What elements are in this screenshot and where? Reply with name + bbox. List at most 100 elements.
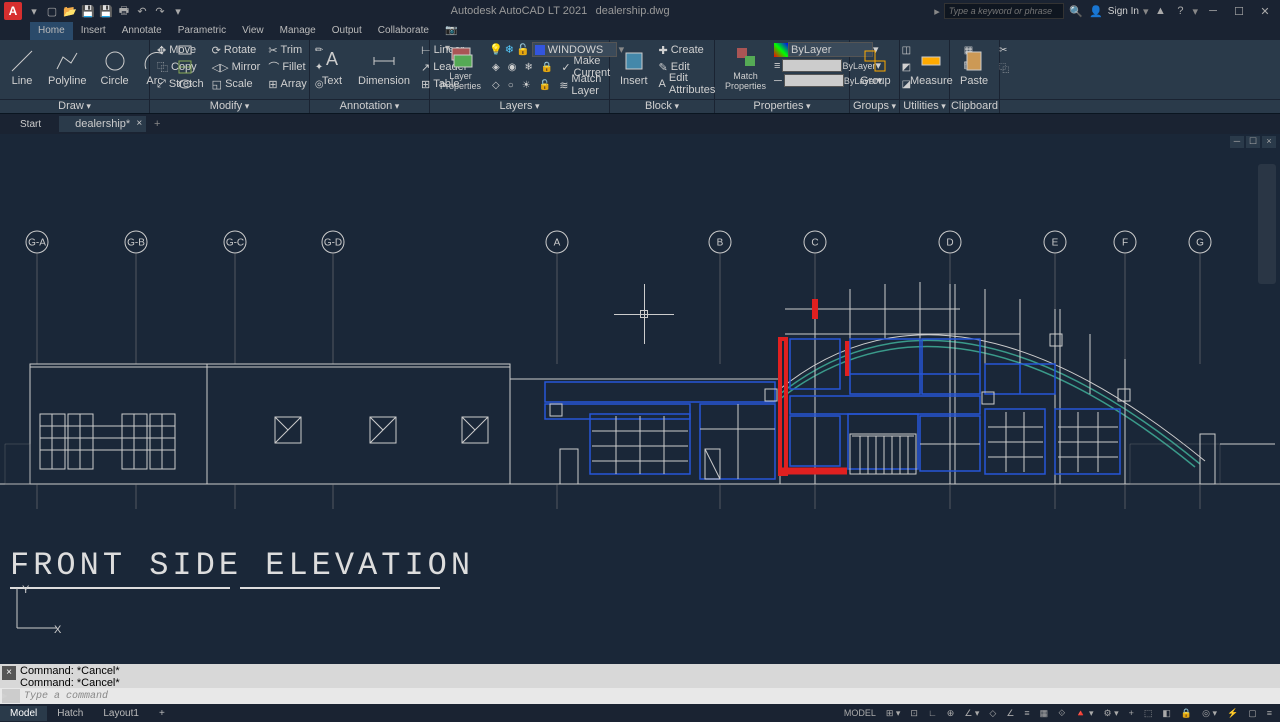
tab-annotate[interactable]: Annotate xyxy=(114,22,170,40)
help-icon[interactable]: ? xyxy=(1172,3,1188,19)
layer-state-icon[interactable]: 💡 xyxy=(489,43,503,56)
copy-button[interactable]: ⿻Copy xyxy=(154,59,207,75)
layer-lck-icon[interactable]: 🔒 xyxy=(538,59,556,75)
layout1-tab[interactable]: Layout1 xyxy=(93,706,149,721)
command-line[interactable]: ▸_ Type a command xyxy=(0,688,1280,704)
polyline-button[interactable]: Polyline xyxy=(42,42,93,94)
save-icon[interactable]: 💾 xyxy=(80,3,96,19)
osnap-toggle-icon[interactable]: ◇ xyxy=(985,705,1000,721)
layer-off-icon[interactable]: ◉ xyxy=(505,59,520,75)
app-exchange-icon[interactable]: ▲ xyxy=(1152,3,1168,19)
user-icon[interactable]: 👤 xyxy=(1088,3,1104,19)
navigation-bar[interactable] xyxy=(1258,164,1276,284)
drawing-tab[interactable]: dealership*× xyxy=(59,116,146,132)
model-space-toggle[interactable]: MODEL xyxy=(840,705,880,721)
units-icon[interactable]: ⬚ xyxy=(1140,705,1157,721)
polar-toggle-icon[interactable]: ⊕ xyxy=(943,705,959,721)
layer-iso-icon[interactable]: ◈ xyxy=(489,59,503,75)
layer-properties-button[interactable]: Layer Properties xyxy=(434,42,487,94)
tab-parametric[interactable]: Parametric xyxy=(170,22,234,40)
signin-link[interactable]: Sign In xyxy=(1108,6,1139,17)
linetype-dropdown[interactable] xyxy=(784,74,844,87)
plot-icon[interactable]: 🖶 xyxy=(116,3,132,19)
tab-express[interactable]: 📷▾ xyxy=(437,22,467,40)
mirror-button[interactable]: ◁▷Mirror xyxy=(209,59,264,75)
cut-icon[interactable]: ✂ xyxy=(996,42,1012,58)
quick-properties-icon[interactable]: ◧ xyxy=(1158,705,1175,721)
transparency-icon[interactable]: ▦ xyxy=(1036,705,1053,721)
paste-button[interactable]: Paste xyxy=(954,42,994,94)
line-button[interactable]: Line xyxy=(4,42,40,94)
layer-on-icon[interactable]: ○ xyxy=(505,77,517,93)
close-tab-icon[interactable]: × xyxy=(136,118,142,129)
snap-toggle-icon[interactable]: ⊡ xyxy=(906,705,922,721)
grid-toggle-icon[interactable]: ⊞ ▾ xyxy=(882,705,905,721)
command-input[interactable]: Type a command xyxy=(24,691,1278,702)
group-button[interactable]: Group xyxy=(854,42,897,94)
appmenu-arrow-icon[interactable]: ▾ xyxy=(26,3,42,19)
qat-more-icon[interactable]: ▾ xyxy=(170,3,186,19)
keyword-search-input[interactable] xyxy=(944,3,1064,19)
undo-icon[interactable]: ↶ xyxy=(134,3,150,19)
tab-home[interactable]: Home xyxy=(30,22,73,40)
layer-unl-icon[interactable]: 🔓 xyxy=(536,77,554,93)
tab-collaborate[interactable]: Collaborate xyxy=(370,22,437,40)
close-button[interactable]: ✕ xyxy=(1254,2,1276,20)
color-swatch-icon[interactable] xyxy=(774,43,788,57)
stretch-button[interactable]: ⤢Stretch xyxy=(154,76,207,92)
add-tab-button[interactable]: + xyxy=(148,116,166,132)
array-button[interactable]: ⊞Array xyxy=(265,76,310,92)
otrack-icon[interactable]: ∠ xyxy=(1002,705,1018,721)
saveas-icon[interactable]: 💾 xyxy=(98,3,114,19)
maximize-button[interactable]: ☐ xyxy=(1228,2,1250,20)
annotation-monitor-icon[interactable]: + xyxy=(1125,705,1138,721)
layer-uniso-icon[interactable]: ◇ xyxy=(489,77,503,93)
layer-freeze-icon[interactable]: ❄ xyxy=(505,43,514,56)
tab-manage[interactable]: Manage xyxy=(272,22,324,40)
lineweight-toggle-icon[interactable]: ≡ xyxy=(1020,705,1033,721)
layout-hatch-tab[interactable]: Hatch xyxy=(47,706,93,721)
annotation-scale-icon[interactable]: 🔺 ▾ xyxy=(1071,705,1097,721)
trim-button[interactable]: ✂Trim xyxy=(265,42,310,58)
insert-button[interactable]: Insert xyxy=(614,42,654,94)
model-tab[interactable]: Model xyxy=(0,706,47,721)
hardware-accel-icon[interactable]: ⚡ xyxy=(1223,705,1242,721)
start-tab[interactable]: Start xyxy=(4,117,57,132)
create-block-button[interactable]: ✚Create xyxy=(656,42,719,58)
layer-thw-icon[interactable]: ☀ xyxy=(519,77,534,93)
tab-view[interactable]: View xyxy=(234,22,272,40)
move-button[interactable]: ✥Move xyxy=(154,42,207,58)
isодraft-icon[interactable]: ∠ ▾ xyxy=(960,705,983,721)
search-arrow-icon[interactable]: ▸ xyxy=(934,5,940,18)
isolate-icon[interactable]: ◎ ▾ xyxy=(1198,705,1221,721)
add-layout-button[interactable]: + xyxy=(149,706,175,721)
rotate-button[interactable]: ⟳Rotate xyxy=(209,42,264,58)
copy-clip-icon[interactable]: ⿻ xyxy=(996,59,1012,75)
layer-frz-icon[interactable]: ❄ xyxy=(521,59,535,75)
fillet-button[interactable]: ⌒Fillet xyxy=(265,59,310,75)
redo-icon[interactable]: ↷ xyxy=(152,3,168,19)
lock-ui-icon[interactable]: 🔒 xyxy=(1177,705,1196,721)
new-icon[interactable]: ▢ xyxy=(44,3,60,19)
minimize-button[interactable]: ─ xyxy=(1202,2,1224,20)
tab-insert[interactable]: Insert xyxy=(73,22,114,40)
cycling-icon[interactable]: ⟐ xyxy=(1054,705,1069,721)
scale-button[interactable]: ◱Scale xyxy=(209,76,264,92)
cmdline-close-icon[interactable]: × xyxy=(2,666,16,680)
search-icon[interactable]: 🔍 xyxy=(1068,3,1084,19)
drawing-canvas[interactable]: ─ ☐ × G-AG-BG-CG-DABCDEFG xyxy=(0,134,1280,664)
customize-icon[interactable]: ≡ xyxy=(1263,705,1276,721)
workspace-icon[interactable]: ⚙ ▾ xyxy=(1100,705,1123,721)
app-logo[interactable]: A xyxy=(4,2,22,20)
text-button[interactable]: AText xyxy=(314,42,350,94)
lineweight-dropdown[interactable] xyxy=(782,59,842,72)
circle-button[interactable]: Circle xyxy=(95,42,135,94)
clean-screen-icon[interactable]: ▢ xyxy=(1244,705,1261,721)
edit-attributes-button[interactable]: AEdit Attributes xyxy=(656,76,719,92)
layer-lock-icon[interactable]: 🔓 xyxy=(516,43,530,56)
open-icon[interactable]: 📂 xyxy=(62,3,78,19)
dimension-button[interactable]: Dimension xyxy=(352,42,416,94)
ortho-toggle-icon[interactable]: ∟ xyxy=(924,705,941,721)
match-properties-button[interactable]: Match Properties xyxy=(719,42,772,94)
tab-output[interactable]: Output xyxy=(324,22,370,40)
